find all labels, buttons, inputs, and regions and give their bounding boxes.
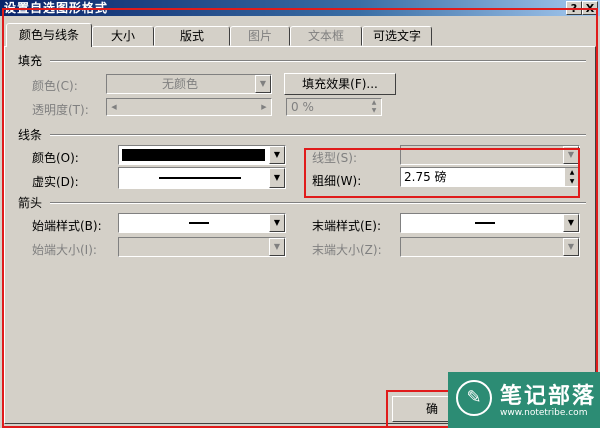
watermark-title: 笔记部落 [500, 384, 597, 409]
pen-icon: ✎ [456, 380, 492, 416]
highlight-dialog [2, 8, 598, 428]
watermark: ✎ 笔记部落 www.notetribe.com [448, 372, 600, 428]
highlight-weight [304, 148, 580, 198]
watermark-url: www.notetribe.com [500, 408, 588, 418]
